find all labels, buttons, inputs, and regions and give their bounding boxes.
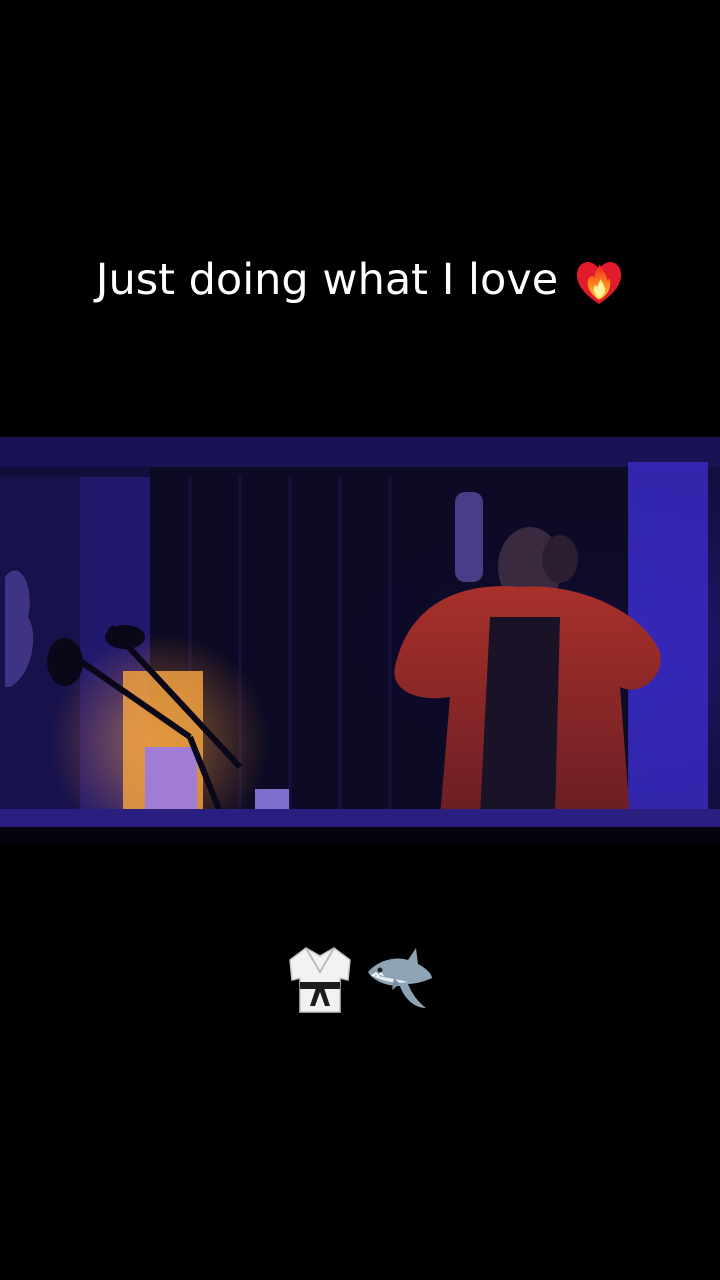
martial-arts-uniform-icon bbox=[284, 942, 356, 1018]
caption-text: Just doing what I love bbox=[95, 255, 559, 305]
shark-icon bbox=[364, 942, 436, 1018]
video-player[interactable] bbox=[0, 437, 720, 845]
screen: Just doing what I love bbox=[0, 0, 720, 1280]
caption: Just doing what I love bbox=[0, 248, 720, 312]
emoji-row bbox=[0, 940, 720, 1020]
heart-on-fire-icon bbox=[574, 254, 624, 306]
